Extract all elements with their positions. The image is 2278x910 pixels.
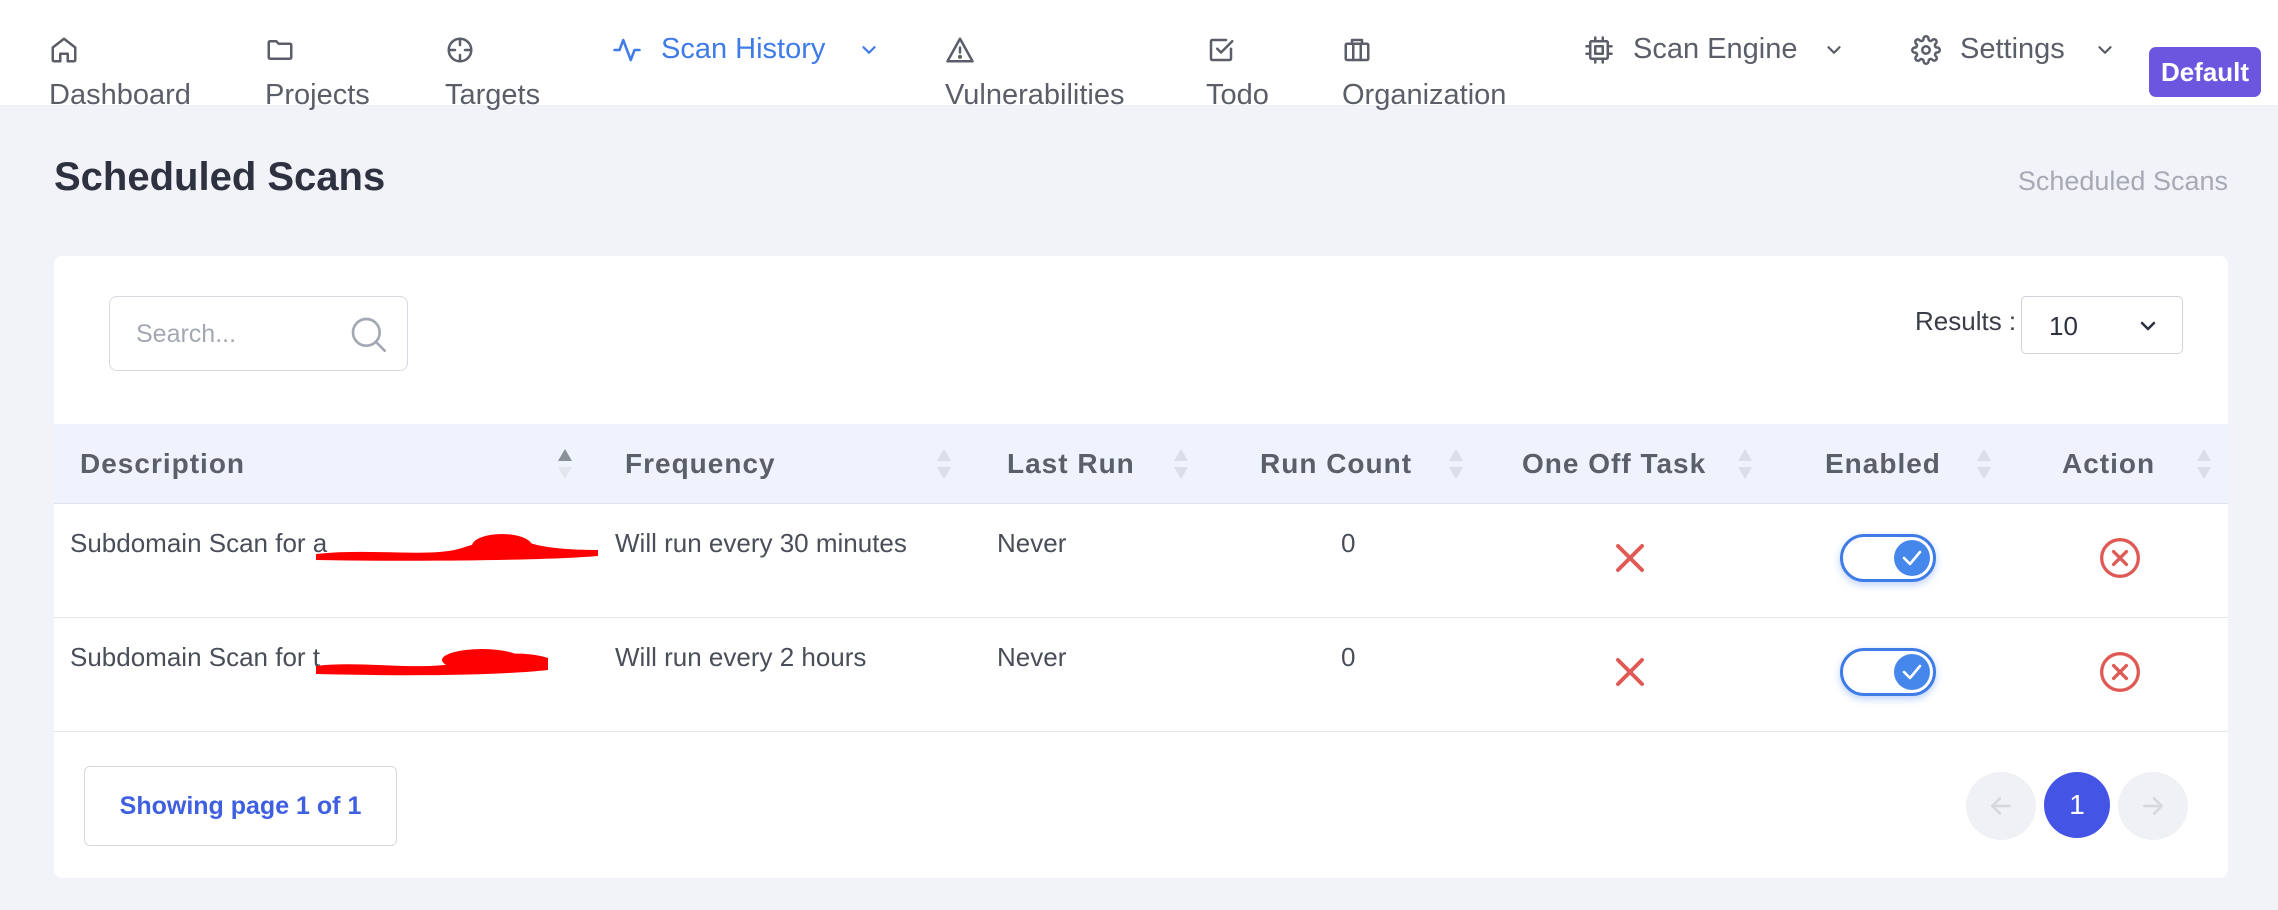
nav-organization-label: Organization <box>1342 79 1507 111</box>
table-row: Subdomain Scan for a Will run every 30 m… <box>54 504 2228 618</box>
chevron-down-icon <box>2140 321 2156 331</box>
nav-scan-engine[interactable]: Scan Engine <box>1584 33 1850 69</box>
table-header: Description Frequency Last Run Run Count… <box>54 424 2228 504</box>
chevron-down-icon <box>2098 46 2112 54</box>
column-header-enabled[interactable]: Enabled <box>1825 424 1941 504</box>
nav-dashboard-label: Dashboard <box>49 79 191 111</box>
nav-projects-label: Projects <box>265 79 370 111</box>
nav-settings[interactable]: Settings <box>1911 33 2117 69</box>
sort-icon[interactable] <box>1172 445 1190 483</box>
redaction-mark <box>316 534 598 561</box>
toggle-knob <box>1894 654 1930 690</box>
column-header-one-off-task[interactable]: One Off Task <box>1522 424 1706 504</box>
sort-icon[interactable] <box>1736 445 1754 483</box>
column-header-run-count[interactable]: Run Count <box>1260 424 1412 504</box>
sort-ascending-icon[interactable] <box>556 445 574 483</box>
results-label: Results : <box>1915 306 2017 336</box>
results-per-page-select[interactable]: 10 <box>2021 296 2183 354</box>
top-navigation: Dashboard Projects Targets Scan History … <box>0 0 2278 111</box>
nav-scan-history[interactable]: Scan History <box>612 33 882 69</box>
pagination-info: Showing page 1 of 1 <box>84 766 397 846</box>
sort-icon[interactable] <box>935 445 953 483</box>
delete-circle-x-icon[interactable] <box>2098 650 2142 694</box>
previous-page-button[interactable] <box>1966 772 2036 840</box>
results-value: 10 <box>2049 311 2078 341</box>
scheduled-scans-card: Results : 10 Description Frequency Last … <box>54 256 2228 878</box>
search-input[interactable] <box>136 315 336 353</box>
cell-last-run: Never <box>997 642 1067 672</box>
project-badge[interactable]: Default <box>2149 47 2261 97</box>
nav-todo-label: Todo <box>1206 79 1269 111</box>
crosshair-icon <box>447 37 473 63</box>
sort-icon[interactable] <box>1975 445 1993 483</box>
search-icon[interactable] <box>348 314 388 354</box>
check-icon <box>1902 664 1922 680</box>
next-page-button[interactable] <box>2118 772 2188 840</box>
sort-icon[interactable] <box>2195 445 2213 483</box>
check-icon <box>1902 550 1922 566</box>
cell-description: Subdomain Scan for a <box>70 528 328 558</box>
warning-triangle-icon <box>946 37 974 63</box>
nav-targets-label: Targets <box>445 79 541 111</box>
column-header-description[interactable]: Description <box>80 424 245 504</box>
column-header-frequency[interactable]: Frequency <box>625 424 776 504</box>
cell-run-count: 0 <box>1341 642 1356 672</box>
table-row: Subdomain Scan for t Will run every 2 ho… <box>54 618 2228 732</box>
delete-circle-x-icon[interactable] <box>2098 536 2142 580</box>
chevron-down-icon <box>862 46 876 54</box>
nav-settings-label: Settings <box>1960 33 2065 65</box>
cell-last-run: Never <box>997 528 1067 558</box>
cell-description: Subdomain Scan for t <box>70 642 321 672</box>
activity-icon <box>613 38 641 62</box>
arrow-right-icon <box>2143 797 2163 815</box>
column-header-last-run[interactable]: Last Run <box>1007 424 1135 504</box>
column-header-action[interactable]: Action <box>2062 424 2155 504</box>
chevron-down-icon <box>1827 46 1841 54</box>
checkbox-icon <box>1209 38 1234 62</box>
gear-icon <box>1911 35 1941 65</box>
page-button-current[interactable]: 1 <box>2044 772 2110 838</box>
cpu-icon <box>1585 36 1613 64</box>
home-icon <box>51 37 77 63</box>
sort-icon[interactable] <box>1447 445 1465 483</box>
briefcase-icon <box>1344 38 1370 62</box>
cell-frequency: Will run every 2 hours <box>615 642 867 672</box>
redaction-mark <box>316 649 548 676</box>
nav-vulnerabilities-label: Vulnerabilities <box>945 79 1125 111</box>
arrow-left-icon <box>1991 797 2011 815</box>
enabled-toggle[interactable] <box>1840 534 1936 582</box>
toggle-knob <box>1894 540 1930 576</box>
enabled-toggle[interactable] <box>1840 648 1936 696</box>
page-title: Scheduled Scans <box>54 155 386 199</box>
nav-scan-engine-label: Scan Engine <box>1633 33 1798 65</box>
search-box <box>109 296 408 371</box>
folder-icon <box>267 40 293 60</box>
breadcrumb: Scheduled Scans <box>2017 166 2228 196</box>
cross-icon <box>1616 658 1644 686</box>
cross-icon <box>1616 544 1644 572</box>
nav-scan-history-label: Scan History <box>661 33 826 65</box>
cell-frequency: Will run every 30 minutes <box>615 528 907 558</box>
cell-run-count: 0 <box>1341 528 1356 558</box>
